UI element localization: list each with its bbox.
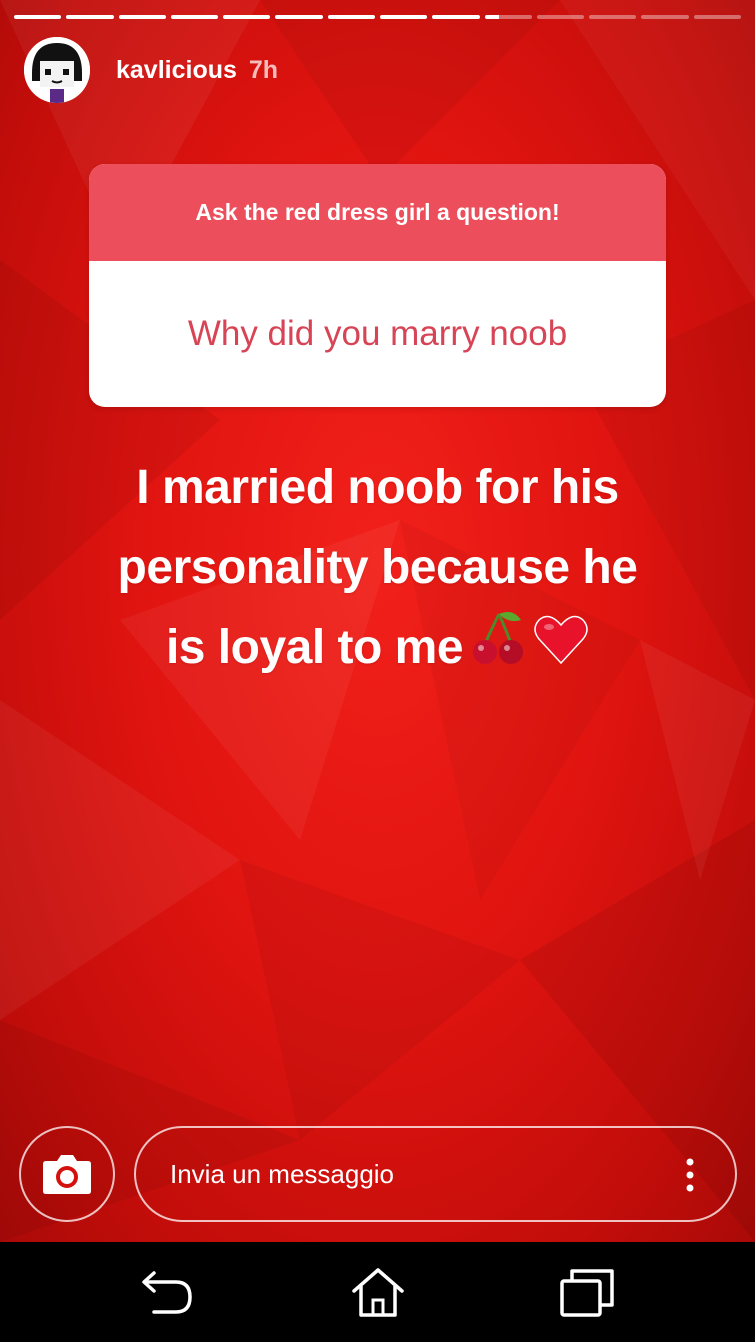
progress-segment (589, 15, 637, 19)
camera-button[interactable] (19, 1126, 115, 1222)
red-heart-icon (533, 610, 589, 690)
progress-segment-fill (327, 15, 375, 19)
progress-segment-fill (379, 15, 428, 19)
question-sticker[interactable]: Ask the red dress girl a question! Why d… (89, 164, 666, 407)
progress-segment (641, 15, 689, 19)
progress-segment (536, 15, 585, 19)
progress-segment-fill (170, 15, 219, 19)
progress-segment-fill (66, 15, 114, 19)
back-icon[interactable] (140, 1267, 196, 1319)
progress-segment-fill (223, 15, 271, 19)
system-navigation-bar (0, 1242, 755, 1342)
progress-segment (66, 15, 114, 19)
username[interactable]: kavlicious (116, 56, 237, 85)
progress-segment-fill (432, 15, 480, 19)
progress-segment (693, 15, 741, 19)
progress-segment (379, 15, 428, 19)
recent-apps-icon[interactable] (559, 1267, 615, 1319)
cherries-icon (469, 610, 527, 691)
more-vertical-icon[interactable] (685, 1158, 695, 1192)
progress-segment (327, 15, 375, 19)
message-placeholder: Invia un messaggio (170, 1159, 395, 1189)
progress-segment-fill (14, 15, 62, 19)
progress-segment (223, 15, 271, 19)
caption-line: I married noob for his (136, 461, 619, 514)
roblox-avatar-icon[interactable] (24, 37, 90, 103)
progress-segment (170, 15, 219, 19)
caption-line: is loyal to me (20, 608, 735, 691)
home-icon[interactable] (350, 1267, 406, 1319)
question-answer: Why did you marry noob (187, 314, 568, 353)
progress-segment (14, 15, 62, 19)
progress-segment (275, 15, 323, 19)
progress-segment (432, 15, 480, 19)
message-input[interactable]: Invia un messaggio (134, 1126, 737, 1222)
caption-line-text: is loyal to me (165, 621, 464, 674)
progress-segment-fill (484, 15, 499, 19)
story-header: kavlicious 7h (24, 36, 278, 104)
story-caption: I married noob for his personality becau… (20, 448, 735, 691)
story-progress-bar (14, 15, 741, 19)
progress-segment-fill (275, 15, 323, 19)
camera-icon (43, 1155, 91, 1194)
time-ago: 7h (248, 55, 279, 84)
story-viewer[interactable]: kavlicious 7h Ask the red dress girl a q… (0, 0, 755, 1242)
progress-segment (118, 15, 166, 19)
progress-segment-fill (118, 15, 166, 19)
question-prompt: Ask the red dress girl a question! (89, 164, 666, 261)
caption-line: personality because he (117, 541, 638, 594)
progress-segment (484, 15, 532, 19)
